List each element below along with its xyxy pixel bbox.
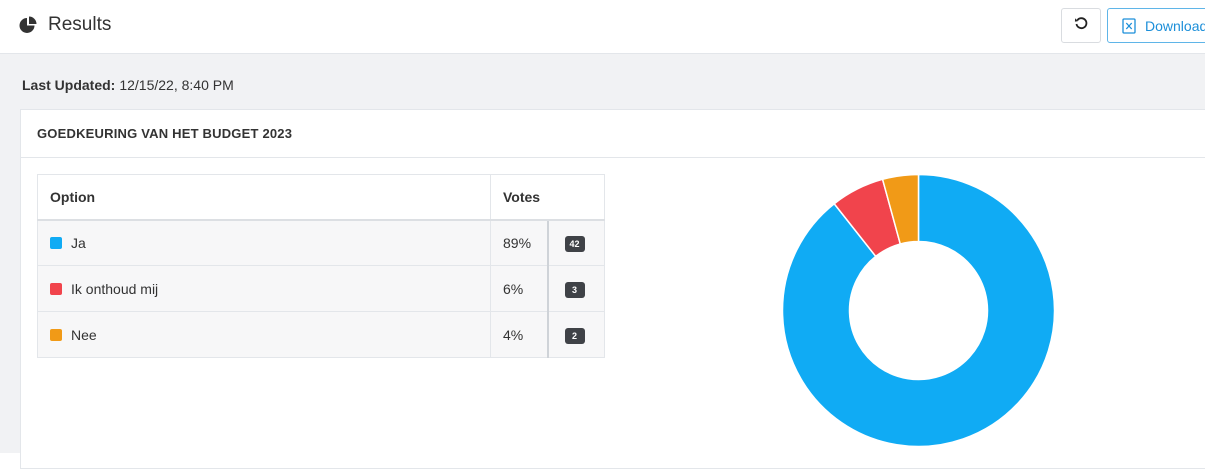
vote-count-badge: 3 bbox=[564, 281, 585, 298]
vote-count-badge: 42 bbox=[564, 235, 585, 252]
option-color-swatch bbox=[50, 282, 62, 295]
vote-count-cell: 42 bbox=[546, 219, 605, 266]
refresh-icon bbox=[1074, 16, 1088, 35]
vote-count-cell: 3 bbox=[546, 265, 605, 312]
results-table: Option Votes Ja 89% 42 Ik onthoud mij 6% bbox=[37, 174, 605, 358]
pie-chart-icon bbox=[18, 15, 38, 35]
option-label: Ik onthoud mij bbox=[71, 280, 159, 297]
last-updated-label: Last Updated: bbox=[22, 77, 116, 93]
last-updated: Last Updated: 12/15/22, 8:40 PM bbox=[22, 77, 234, 93]
table-row: Ja 89% 42 bbox=[37, 219, 605, 266]
option-cell: Ja bbox=[37, 219, 491, 266]
download-label: Download bbox=[1145, 17, 1205, 34]
option-cell: Ik onthoud mij bbox=[37, 265, 491, 312]
option-percent: 89% bbox=[490, 219, 548, 266]
donut-chart bbox=[781, 173, 1056, 448]
poll-title: GOEDKEURING VAN HET BUDGET 2023 bbox=[21, 110, 1205, 158]
table-row: Nee 4% 2 bbox=[37, 311, 605, 358]
option-column-header: Option bbox=[37, 174, 491, 221]
excel-file-icon bbox=[1122, 17, 1136, 34]
table-header-row: Option Votes bbox=[37, 174, 605, 221]
page-title-group: Results bbox=[18, 14, 111, 36]
download-button[interactable]: Download bbox=[1107, 8, 1205, 43]
vote-count-badge: 2 bbox=[564, 327, 585, 344]
option-percent: 4% bbox=[490, 311, 548, 358]
table-row: Ik onthoud mij 6% 3 bbox=[37, 265, 605, 312]
page-title: Results bbox=[48, 14, 112, 35]
option-color-swatch bbox=[50, 328, 62, 341]
last-updated-value: 12/15/22, 8:40 PM bbox=[119, 77, 234, 93]
results-content: Last Updated: 12/15/22, 8:40 PM GOEDKEURI… bbox=[0, 54, 1205, 469]
votes-column-header: Votes bbox=[490, 174, 605, 221]
option-label: Ja bbox=[71, 234, 86, 251]
vote-count-cell: 2 bbox=[546, 311, 605, 358]
option-cell: Nee bbox=[37, 311, 491, 358]
donut-chart-svg bbox=[781, 173, 1056, 448]
poll-card: GOEDKEURING VAN HET BUDGET 2023 Option V… bbox=[20, 109, 1205, 469]
top-bar: Results Download bbox=[0, 0, 1205, 54]
option-percent: 6% bbox=[490, 265, 548, 312]
refresh-button[interactable] bbox=[1061, 8, 1101, 43]
option-color-swatch bbox=[50, 236, 62, 249]
option-label: Nee bbox=[71, 326, 97, 343]
